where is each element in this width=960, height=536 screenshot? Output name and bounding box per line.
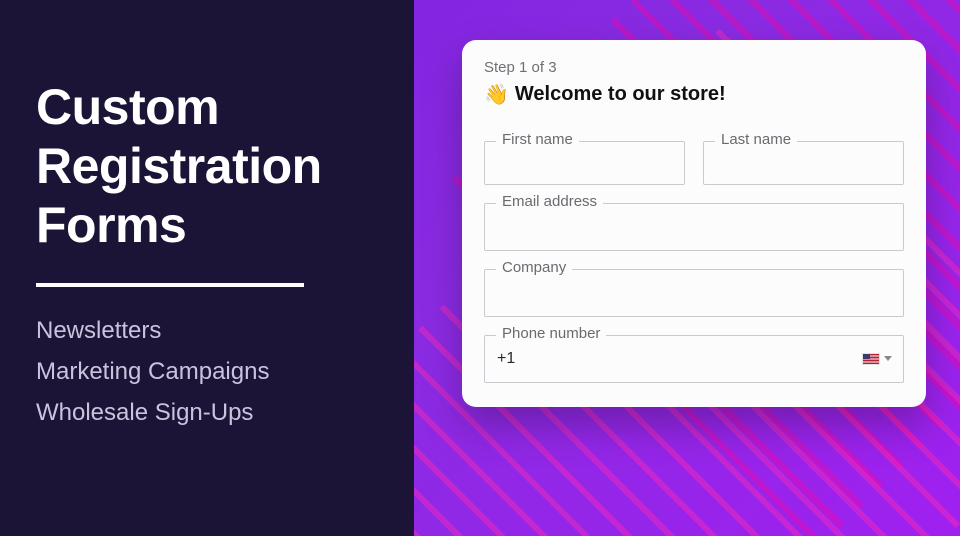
wave-icon: 👋 bbox=[484, 82, 509, 107]
us-flag-icon bbox=[862, 353, 880, 365]
first-name-label: First name bbox=[496, 131, 579, 148]
promo-panel: Custom Registration Forms Newsletters Ma… bbox=[0, 0, 414, 536]
promo-stage: Custom Registration Forms Newsletters Ma… bbox=[0, 0, 960, 536]
email-input[interactable] bbox=[484, 203, 904, 251]
company-field-wrap: Company bbox=[484, 269, 904, 317]
promo-sublist: Newsletters Marketing Campaigns Wholesal… bbox=[36, 311, 378, 433]
phone-label: Phone number bbox=[496, 325, 606, 342]
company-label: Company bbox=[496, 259, 572, 276]
last-name-field-wrap: Last name bbox=[703, 141, 904, 185]
first-name-field-wrap: First name bbox=[484, 141, 685, 185]
phone-field-wrap: Phone number bbox=[484, 335, 904, 383]
last-name-label: Last name bbox=[715, 131, 797, 148]
headline-line: Custom bbox=[36, 79, 219, 135]
headline-line: Registration bbox=[36, 138, 322, 194]
promo-sub-item: Wholesale Sign-Ups bbox=[36, 393, 378, 434]
email-field-wrap: Email address bbox=[484, 203, 904, 251]
email-label: Email address bbox=[496, 193, 603, 210]
form-title: 👋 Welcome to our store! bbox=[484, 82, 904, 107]
phone-input[interactable] bbox=[484, 335, 904, 383]
promo-headline: Custom Registration Forms bbox=[36, 78, 378, 255]
promo-sub-item: Marketing Campaigns bbox=[36, 352, 378, 393]
promo-sub-item: Newsletters bbox=[36, 311, 378, 352]
country-select[interactable] bbox=[858, 349, 896, 369]
company-input[interactable] bbox=[484, 269, 904, 317]
step-indicator: Step 1 of 3 bbox=[484, 58, 904, 78]
form-title-text: Welcome to our store! bbox=[515, 83, 726, 106]
headline-line: Forms bbox=[36, 197, 186, 253]
divider bbox=[36, 283, 304, 287]
registration-form-card: Step 1 of 3 👋 Welcome to our store! Firs… bbox=[462, 40, 926, 407]
chevron-down-icon bbox=[884, 356, 892, 361]
